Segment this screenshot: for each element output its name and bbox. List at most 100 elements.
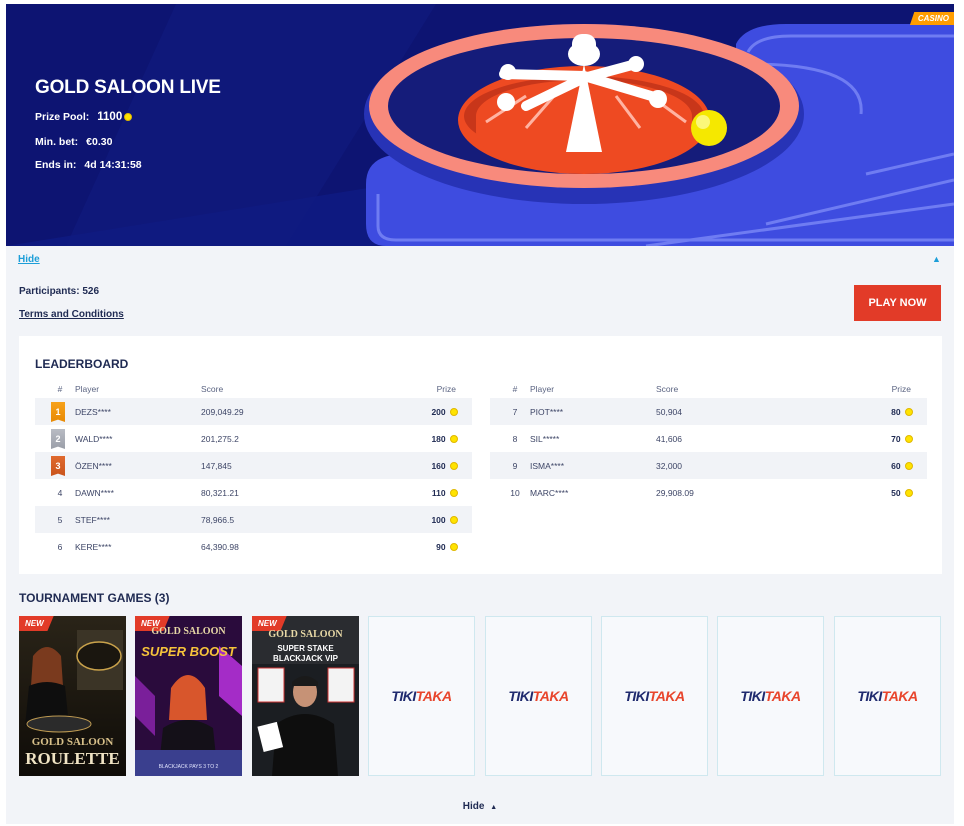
coin-icon	[124, 113, 133, 122]
table-row: 8 SIL***** 41,606 70	[490, 425, 927, 452]
table-row: 5 STEF**** 78,966.5 100	[35, 506, 472, 533]
player-score: 147,845	[201, 460, 232, 471]
table-row: 1 DEZS**** 209,049.29 200	[35, 398, 472, 425]
player-name: STEF****	[75, 514, 110, 525]
game-title-line2: SUPER STAKE	[277, 644, 334, 653]
player-prize: 70	[891, 434, 913, 444]
game-tile-super-boost[interactable]: NEW GOLD SALOON SUPER BOOST BLACKJACK PA…	[135, 616, 242, 776]
game-title-line3: BLACKJACK PAYS 3 TO 2	[158, 764, 219, 770]
bottom-hide-toggle[interactable]: Hide ▲	[6, 801, 954, 812]
player-prize: 80	[891, 407, 913, 417]
game-title-line3: BLACKJACK VIP	[273, 654, 338, 663]
header-player: Player	[530, 384, 555, 394]
table-row: 4 DAWN**** 80,321.21 110	[35, 479, 472, 506]
coin-icon	[450, 489, 458, 498]
game-title-line1: GOLD SALOON	[31, 736, 114, 748]
leaderboard-panel: LEADERBOARD # Player Score Prize 1 DEZS*…	[19, 336, 942, 574]
caret-up-icon[interactable]: ▲	[932, 254, 941, 264]
player-name: ISMA****	[530, 460, 565, 471]
coin-icon	[450, 516, 458, 525]
table-row: 2 WALD**** 201,275.2 180	[35, 425, 472, 452]
tournament-card: GOLD SALOON LIVE Prize Pool: 1100 Min. be…	[6, 4, 954, 824]
prize-pool-label: Prize Pool:	[35, 111, 90, 123]
game-thumbnail-super-stake	[252, 616, 359, 776]
game-title-line2: ROULETTE	[25, 749, 120, 768]
tikitaka-logo: TIKITAKA	[740, 688, 801, 704]
player-name: ÖZEN****	[75, 460, 112, 471]
header-prize: Prize	[891, 384, 911, 394]
bottom-hide-label: Hide	[462, 801, 485, 812]
tikitaka-logo: TIKITAKA	[508, 688, 569, 704]
coin-icon	[450, 408, 458, 417]
coin-icon	[450, 462, 458, 471]
player-score: 64,390.98	[201, 541, 239, 552]
casino-badge: CASINO	[909, 12, 954, 25]
tikitaka-logo: TIKITAKA	[857, 688, 918, 704]
player-score: 209,049.29	[201, 406, 244, 417]
leaderboard-header: # Player Score Prize	[490, 380, 927, 398]
player-name: MARC****	[530, 487, 569, 498]
player-score: 29,908.09	[656, 487, 694, 498]
game-tile-roulette[interactable]: NEW GOLD SALOON ROULETTE	[19, 616, 126, 776]
terms-link[interactable]: Terms and Conditions	[19, 309, 124, 320]
min-bet-label: Min. bet:	[35, 136, 79, 148]
game-placeholder[interactable]: TIKITAKA	[485, 616, 592, 776]
table-row: 10 MARC**** 29,908.09 50	[490, 479, 927, 506]
player-score: 50,904	[656, 406, 682, 417]
player-score: 80,321.21	[201, 487, 239, 498]
player-prize: 160	[431, 461, 458, 471]
coin-icon	[905, 462, 913, 471]
game-title-line1: GOLD SALOON	[268, 629, 343, 640]
game-placeholder[interactable]: TIKITAKA	[834, 616, 941, 776]
game-placeholder[interactable]: TIKITAKA	[717, 616, 824, 776]
participants-label: Participants:	[19, 286, 80, 297]
player-prize: 90	[436, 542, 458, 552]
participants-value: 526	[82, 286, 100, 297]
game-placeholder[interactable]: TIKITAKA	[368, 616, 475, 776]
player-name: DAWN****	[75, 487, 114, 498]
player-score: 32,000	[656, 460, 682, 471]
play-now-button[interactable]: PLAY NOW	[854, 285, 941, 321]
hero-banner: GOLD SALOON LIVE Prize Pool: 1100 Min. be…	[6, 4, 954, 246]
ends-in-label: Ends in:	[35, 159, 77, 171]
game-tile-super-stake[interactable]: NEW GOLD SALOON SUPER STAKE BLACKJACK VI…	[252, 616, 359, 776]
player-prize: 200	[431, 407, 458, 417]
tikitaka-logo: TIKITAKA	[391, 688, 452, 704]
tournament-games-title: TOURNAMENT GAMES (3)	[19, 591, 170, 605]
player-name: SIL*****	[530, 433, 560, 444]
ends-in-value: 4d 14:31:58	[84, 159, 142, 171]
player-name: PIOT****	[530, 406, 564, 417]
header-player: Player	[75, 384, 100, 394]
coin-icon	[450, 543, 458, 552]
game-title-line2: SUPER BOOST	[141, 644, 236, 659]
caret-up-icon: ▲	[490, 804, 498, 811]
player-name: WALD****	[75, 433, 113, 444]
player-prize: 180	[431, 434, 458, 444]
coin-icon	[450, 435, 458, 444]
roulette-illustration	[6, 4, 954, 246]
bronze-medal-icon: 3	[51, 456, 65, 476]
header-score: Score	[201, 384, 224, 394]
player-score: 41,606	[656, 433, 682, 444]
tikitaka-logo: TIKITAKA	[624, 688, 685, 704]
min-bet-row: Min. bet: €0.30	[35, 136, 112, 148]
leaderboard-header: # Player Score Prize	[35, 380, 472, 398]
header-prize: Prize	[436, 384, 456, 394]
prize-pool-row: Prize Pool: 1100	[35, 111, 133, 123]
coin-icon	[905, 489, 913, 498]
player-name: KERE****	[75, 541, 112, 552]
coin-icon	[905, 408, 913, 417]
tournament-title: GOLD SALOON LIVE	[35, 77, 221, 98]
table-row: 7 PIOT**** 50,904 80	[490, 398, 927, 425]
leaderboard-title: LEADERBOARD	[35, 357, 129, 371]
player-prize: 60	[891, 461, 913, 471]
table-row: 9 ISMA**** 32,000 60	[490, 452, 927, 479]
player-prize: 100	[431, 515, 458, 525]
hide-details-link[interactable]: Hide	[18, 254, 40, 265]
coin-icon	[905, 435, 913, 444]
player-name: DEZS****	[75, 406, 111, 417]
silver-medal-icon: 2	[51, 429, 65, 449]
leaderboard-table-left: # Player Score Prize 1 DEZS**** 209,049.…	[35, 380, 472, 560]
min-bet-value: €0.30	[86, 136, 113, 148]
game-placeholder[interactable]: TIKITAKA	[601, 616, 708, 776]
